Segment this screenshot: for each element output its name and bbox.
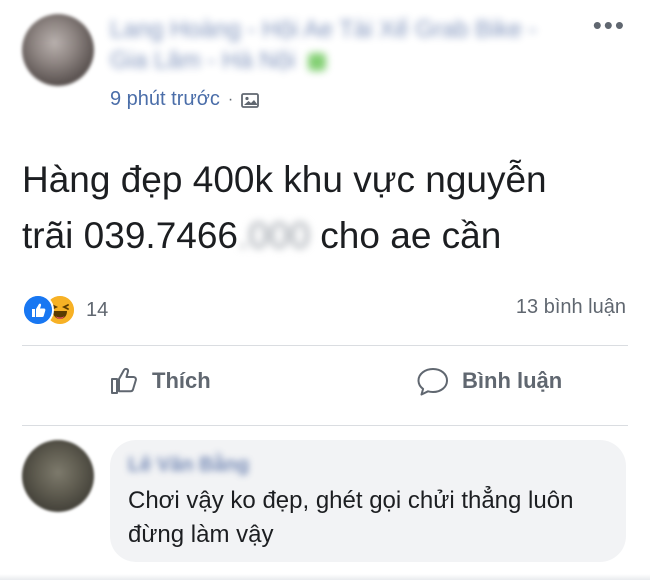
comment-count-link[interactable]: 13 bình luận bbox=[516, 296, 626, 319]
comment-bubble-icon bbox=[417, 368, 448, 396]
post-text-suffix: cho ae cần bbox=[310, 215, 502, 256]
like-reaction-icon bbox=[22, 294, 54, 326]
photo-icon bbox=[241, 92, 260, 108]
post-text: Hàng đẹp 400k khu vực nguyễn trãi 039.74… bbox=[22, 152, 632, 264]
next-item-edge bbox=[0, 574, 650, 580]
commenter-name[interactable]: Lê Văn Bằng bbox=[128, 454, 249, 477]
divider-top bbox=[22, 345, 628, 346]
more-options-button[interactable]: ••• bbox=[593, 10, 626, 41]
phone-number-visible: trãi 039.7466 bbox=[22, 215, 239, 256]
author-avatar[interactable] bbox=[22, 14, 94, 86]
comment-bubble[interactable]: Lê Văn Bằng Chơi vậy ko đẹp, ghét gọi ch… bbox=[110, 440, 626, 562]
author-name[interactable]: Lang Hoàng - Hội Ae Tài Xế Grab Bike - G… bbox=[110, 14, 560, 76]
post-meta: 9 phút trước · bbox=[110, 88, 260, 111]
post-text-line-2: trãi 039.7466.000 cho ae cần bbox=[22, 208, 632, 264]
post-timestamp[interactable]: 9 phút trước bbox=[110, 88, 220, 111]
thumbs-up-icon bbox=[111, 367, 137, 394]
phone-number-blurred: .000 bbox=[238, 215, 311, 256]
comment-button-label: Bình luận bbox=[462, 368, 563, 393]
like-button[interactable]: Thích bbox=[108, 365, 211, 397]
reaction-count: 14 bbox=[86, 298, 109, 321]
post-header: Lang Hoàng - Hội Ae Tài Xế Grab Bike - G… bbox=[0, 0, 650, 120]
like-button-label: Thích bbox=[152, 368, 211, 393]
comment-button[interactable]: Bình luận bbox=[416, 365, 562, 397]
comment-text: Chơi vậy ko đẹp, ghét gọi chửi thẳng luô… bbox=[128, 487, 574, 548]
divider-bottom bbox=[22, 425, 628, 426]
badge-icon bbox=[308, 52, 327, 71]
post-text-line-1: Hàng đẹp 400k khu vực nguyễn bbox=[22, 159, 547, 200]
meta-separator: · bbox=[227, 90, 234, 108]
reactions-summary[interactable]: 14 bbox=[22, 294, 108, 326]
commenter-avatar[interactable] bbox=[22, 440, 94, 512]
